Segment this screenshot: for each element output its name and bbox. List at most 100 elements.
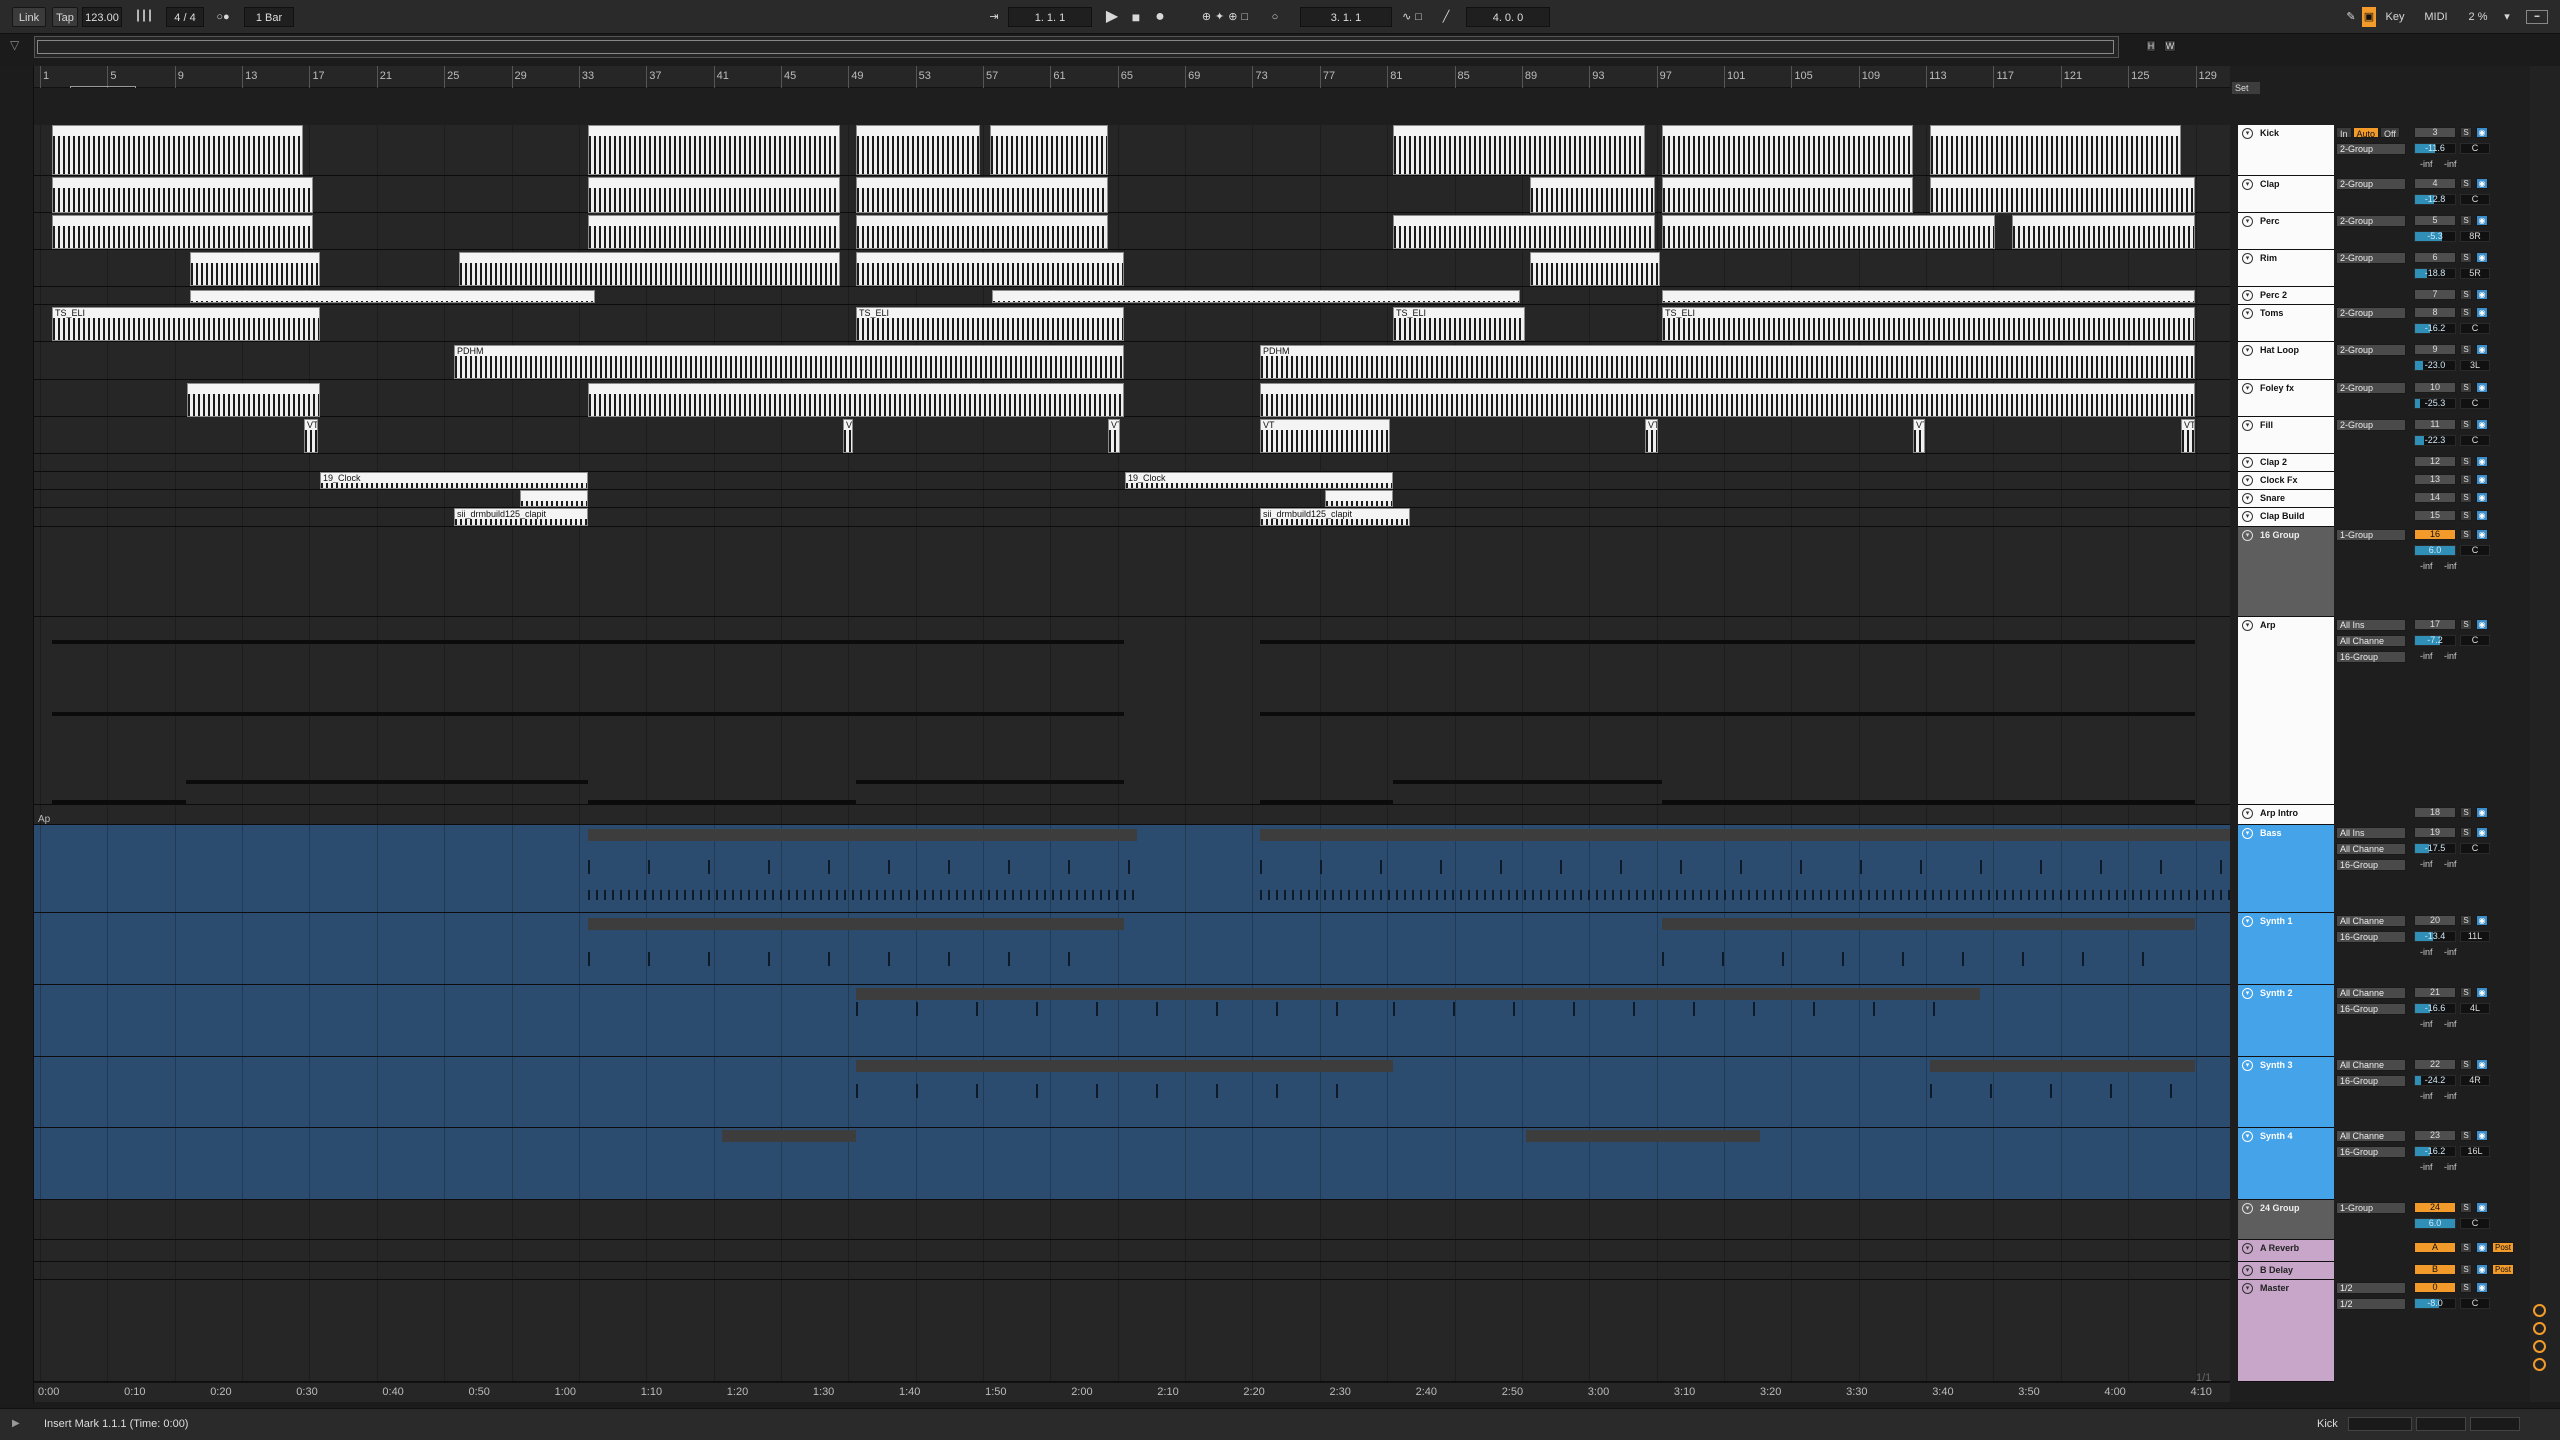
volume-field[interactable]: -23.0 — [2414, 360, 2456, 371]
audio-clip[interactable]: VT — [1108, 419, 1120, 453]
track-header[interactable]: ▾ Perc 2 — [2238, 287, 2334, 305]
track-name[interactable]: Perc 2 — [2260, 290, 2287, 300]
arm-button[interactable]: ◉ — [2476, 827, 2488, 838]
track-name[interactable]: Clap Build — [2260, 511, 2305, 521]
audio-clip[interactable] — [52, 177, 313, 213]
track-activator[interactable]: 4 — [2414, 178, 2456, 189]
audio-clip[interactable] — [588, 383, 1124, 417]
audio-clip[interactable] — [1662, 125, 1913, 175]
fold-icon[interactable]: ▾ — [2242, 179, 2253, 190]
volume-field[interactable]: -7.2 — [2414, 635, 2456, 646]
audio-clip[interactable]: 19_Clock — [1125, 472, 1393, 489]
key-map-button[interactable]: Key — [2380, 7, 2410, 27]
arm-button[interactable]: ◉ — [2476, 1130, 2488, 1141]
track-activator[interactable]: 24 — [2414, 1202, 2456, 1213]
pan-field[interactable]: 4R — [2460, 1075, 2490, 1086]
arm-button[interactable]: ◉ — [2476, 344, 2488, 355]
track-header[interactable]: ▾ Synth 1 — [2238, 913, 2334, 985]
midi-clip-bar[interactable] — [1526, 1130, 1760, 1142]
fold-icon[interactable]: ▾ — [2242, 475, 2253, 486]
volume-field[interactable]: -16.2 — [2414, 323, 2456, 334]
io-select[interactable]: 1/2 — [2336, 1298, 2406, 1310]
track-header[interactable]: ▾ Arp Intro — [2238, 805, 2334, 825]
device-preview-2[interactable] — [2416, 1417, 2466, 1431]
audio-clip[interactable] — [2012, 215, 2195, 249]
key-map-icon[interactable]: ▣ — [2362, 7, 2376, 27]
volume-field[interactable]: -18.8 — [2414, 268, 2456, 279]
monitor-in[interactable]: In — [2336, 127, 2352, 139]
fold-icon[interactable]: ▾ — [2242, 620, 2253, 631]
arm-button[interactable]: ◉ — [2476, 1242, 2488, 1253]
fold-icon[interactable]: ▾ — [2242, 828, 2253, 839]
pan-field[interactable]: C — [2460, 635, 2490, 646]
audio-clip[interactable]: TS_ELI — [1662, 307, 2195, 341]
arm-button[interactable]: ◉ — [2476, 1282, 2488, 1293]
arm-button[interactable]: ◉ — [2476, 307, 2488, 318]
track-name[interactable]: Clap — [2260, 179, 2280, 189]
arrangement-position-field[interactable]: 1. 1. 1 — [1008, 7, 1092, 27]
clip-launch-icon[interactable] — [2533, 1304, 2546, 1317]
scrollbar[interactable] — [2530, 66, 2560, 1402]
io-select[interactable]: 16-Group — [2336, 931, 2406, 943]
track-header[interactable]: ▾ Synth 3 — [2238, 1057, 2334, 1128]
audio-clip[interactable] — [520, 490, 588, 507]
io-select[interactable]: 1-Group — [2336, 529, 2406, 541]
pan-field[interactable]: C — [2460, 545, 2490, 556]
fold-icon[interactable]: ▾ — [2242, 128, 2253, 139]
io-toggle-icon[interactable] — [2533, 1340, 2546, 1353]
track-header[interactable]: ▾ Clock Fx — [2238, 472, 2334, 490]
pan-field[interactable]: 8R — [2460, 231, 2490, 242]
track-name[interactable]: Master — [2260, 1283, 2289, 1293]
track-header[interactable]: ▾ Synth 2 — [2238, 985, 2334, 1057]
solo-button[interactable]: S — [2460, 1202, 2472, 1213]
io-select[interactable]: All Channe — [2336, 987, 2406, 999]
track-header[interactable]: ▾ Master — [2238, 1280, 2334, 1382]
fold-icon[interactable]: ▾ — [2242, 1131, 2253, 1142]
volume-field[interactable]: -16.2 — [2414, 1146, 2456, 1157]
solo-button[interactable]: S — [2460, 529, 2472, 540]
audio-clip[interactable] — [459, 252, 840, 286]
track-lane[interactable] — [34, 1240, 2230, 1262]
volume-field[interactable]: -22.3 — [2414, 435, 2456, 446]
solo-button[interactable]: S — [2460, 915, 2472, 926]
solo-button[interactable]: S — [2460, 492, 2472, 503]
audio-clip[interactable] — [1930, 125, 2181, 175]
track-name[interactable]: 24 Group — [2260, 1203, 2300, 1213]
audio-clip[interactable] — [1662, 177, 1913, 213]
tempo-field[interactable]: 123.00 — [82, 7, 122, 27]
beat-time-ruler[interactable]: 1 5 9 13 17 21 25 29 33 37 41 45 49 53 57 61 65 69 73 77 81 8… — [34, 66, 2230, 88]
track-name[interactable]: Clap 2 — [2260, 457, 2287, 467]
io-select[interactable]: 2-Group — [2336, 178, 2406, 190]
post-button[interactable]: Post — [2492, 1242, 2514, 1253]
pan-field[interactable]: C — [2460, 843, 2490, 854]
monitor-switch[interactable]: In Auto Off — [2336, 127, 2401, 139]
solo-button[interactable]: S — [2460, 619, 2472, 630]
pan-field[interactable]: 5R — [2460, 268, 2490, 279]
io-select[interactable]: 2-Group — [2336, 344, 2406, 356]
pan-field[interactable]: C — [2460, 323, 2490, 334]
track-header[interactable]: ▾ Clap — [2238, 176, 2334, 213]
arm-button[interactable]: ◉ — [2476, 987, 2488, 998]
audio-clip[interactable]: VT — [1913, 419, 1925, 453]
io-select[interactable]: 16-Group — [2336, 651, 2406, 663]
solo-button[interactable]: S — [2460, 382, 2472, 393]
audio-clip[interactable] — [1662, 215, 1995, 249]
io-select[interactable]: 2-Group — [2336, 307, 2406, 319]
track-header[interactable]: ▾ Foley fx — [2238, 380, 2334, 417]
solo-button[interactable]: S — [2460, 807, 2472, 818]
track-lane[interactable] — [34, 1200, 2230, 1240]
fold-icon[interactable]: ▾ — [2242, 290, 2253, 301]
audio-clip[interactable]: VT — [1645, 419, 1658, 453]
solo-button[interactable]: S — [2460, 1130, 2472, 1141]
play-icon[interactable]: ▶ — [1102, 7, 1122, 27]
track-name[interactable]: Fill — [2260, 420, 2273, 430]
track-name[interactable]: Toms — [2260, 308, 2283, 318]
audio-clip[interactable] — [990, 125, 1108, 175]
track-header[interactable]: ▾ Arp — [2238, 617, 2334, 805]
track-lane[interactable] — [34, 490, 2230, 508]
audio-clip[interactable]: PDHM — [1260, 345, 2195, 379]
track-activator[interactable]: 12 — [2414, 456, 2456, 467]
volume-field[interactable]: -8.0 — [2414, 1298, 2456, 1309]
fold-icon[interactable]: ▾ — [2242, 420, 2253, 431]
track-lane[interactable] — [34, 1262, 2230, 1280]
